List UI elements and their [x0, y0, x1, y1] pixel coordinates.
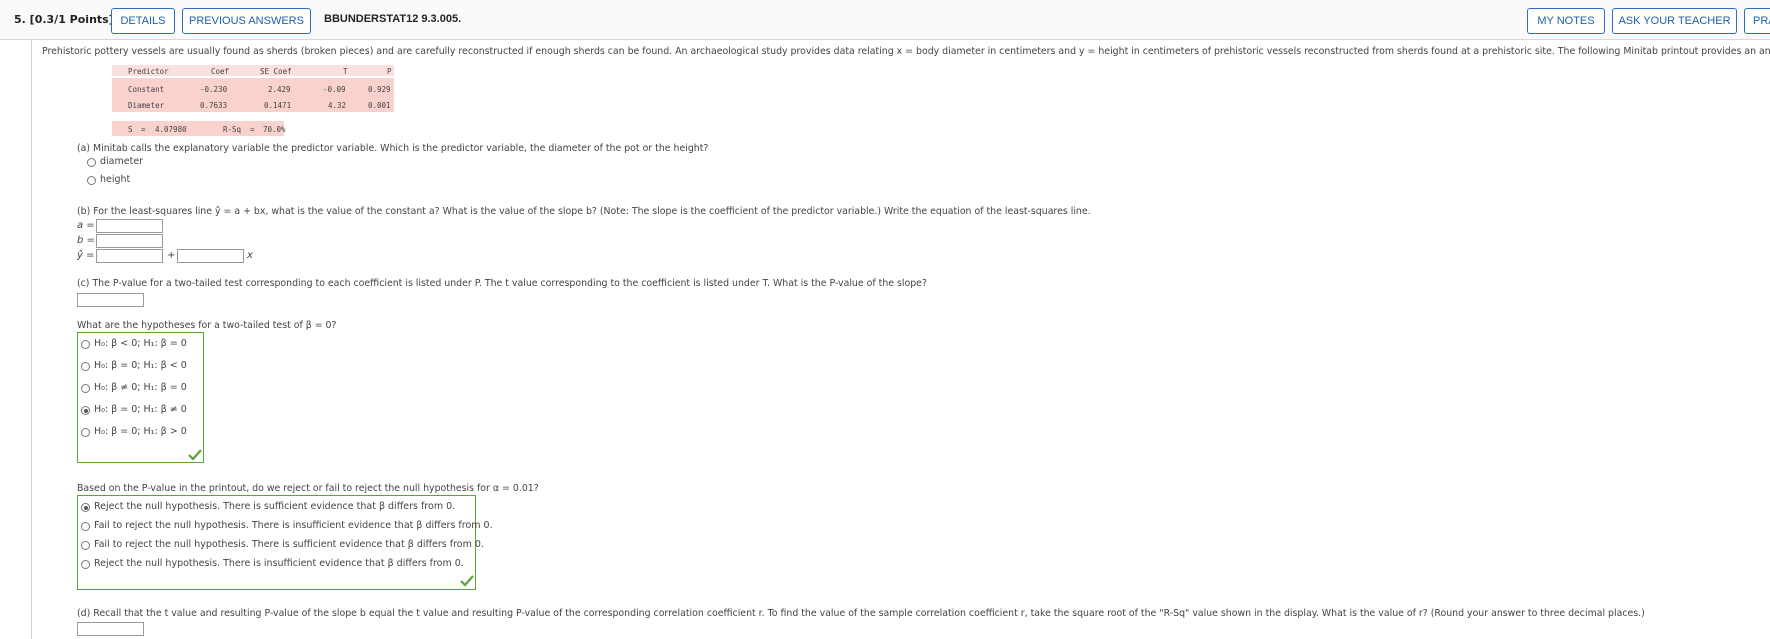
printout-header-predictor: Predictor	[128, 67, 169, 76]
printout-cell: 0.929	[368, 85, 391, 94]
a-input[interactable]	[96, 219, 163, 233]
b-input[interactable]	[96, 234, 163, 248]
previous-answers-button[interactable]: PREVIOUS ANSWERS	[182, 8, 311, 34]
practice-button[interactable]: PRA	[1744, 8, 1770, 34]
radio-hyp-3-selected[interactable]	[81, 406, 90, 415]
option-label: diameter	[100, 156, 144, 167]
points-label: 5. [0.3/1 Points]	[14, 13, 114, 26]
printout-rsq-label: R-Sq	[223, 125, 242, 134]
hypotheses-question: What are the hypotheses for a two-tailed…	[77, 320, 337, 331]
printout-header-coef: Coef	[211, 67, 230, 76]
radio-diameter[interactable]	[87, 158, 96, 167]
printout-cell: 0.7633	[200, 101, 228, 110]
radio-hyp-4[interactable]	[81, 428, 90, 437]
radio-hyp-1[interactable]	[81, 362, 90, 371]
question-header: 5. [0.3/1 Points] DETAILS PREVIOUS ANSWE…	[0, 0, 1770, 40]
yhat-constant-input[interactable]	[96, 249, 163, 263]
part-c-question: (c) The P-value for a two-tailed test co…	[77, 278, 927, 289]
printout-header-t: T	[343, 67, 348, 76]
radio-decision-3[interactable]	[81, 560, 90, 569]
part-b-question: (b) For the least-squares line ŷ = a + b…	[77, 206, 1091, 217]
yhat-slope-input[interactable]	[177, 249, 244, 263]
printout-summary-bg	[112, 121, 284, 136]
details-button[interactable]: DETAILS	[111, 8, 175, 34]
printout-s-value: 4.07980	[155, 125, 187, 134]
a-label: a =	[77, 220, 95, 231]
ask-your-teacher-button[interactable]: ASK YOUR TEACHER	[1612, 8, 1737, 34]
x-suffix: x	[247, 250, 253, 261]
decision-option-label: Fail to reject the null hypothesis. Ther…	[94, 539, 484, 550]
hyp-option-label: H₀: β = 0; H₁: β ≠ 0	[94, 404, 187, 415]
yhat-label: ŷ =	[77, 250, 95, 261]
radio-decision-2[interactable]	[81, 541, 90, 550]
correct-check-icon	[188, 449, 202, 461]
printout-cell: -0.230	[200, 85, 228, 94]
printout-cell: 2.429	[268, 85, 291, 94]
correct-check-icon	[460, 575, 474, 587]
b-label: b =	[77, 235, 95, 246]
plus-sign: +	[167, 250, 176, 261]
printout-header-p: P	[387, 67, 392, 76]
pvalue-input[interactable]	[77, 293, 144, 307]
printout-cell: 4.32	[328, 101, 347, 110]
hyp-option-label: H₀: β = 0; H₁: β > 0	[94, 426, 187, 437]
printout-eq: =	[141, 125, 146, 134]
hyp-option-label: H₀: β ≠ 0; H₁: β = 0	[94, 382, 187, 393]
part-a-question: (a) Minitab calls the explanatory variab…	[77, 143, 709, 154]
r-value-input[interactable]	[77, 622, 144, 636]
left-border	[31, 40, 32, 639]
printout-cell: 0.001	[368, 101, 391, 110]
printout-cell: -0.09	[323, 85, 346, 94]
decision-question: Based on the P-value in the printout, do…	[77, 483, 539, 494]
my-notes-button[interactable]: MY NOTES	[1527, 8, 1605, 34]
problem-intro: Prehistoric pottery vessels are usually …	[42, 46, 1770, 57]
decision-option-label: Reject the null hypothesis. There is suf…	[94, 501, 456, 512]
radio-height[interactable]	[87, 176, 96, 185]
part-d-question: (d) Recall that the t value and resultin…	[77, 608, 1645, 619]
printout-rsq-value: 70.0%	[263, 125, 286, 134]
hyp-option-label: H₀: β = 0; H₁: β < 0	[94, 360, 187, 371]
assignment-code: BBUNDERSTAT12 9.3.005.	[324, 13, 462, 25]
printout-eq: =	[250, 125, 255, 134]
printout-cell: 0.1471	[264, 101, 292, 110]
printout-s-label: S	[128, 125, 133, 134]
decision-option-label: Fail to reject the null hypothesis. Ther…	[94, 520, 493, 531]
radio-decision-0-selected[interactable]	[81, 503, 90, 512]
option-label: height	[100, 174, 131, 185]
printout-header-secoef: SE Coef	[260, 67, 292, 76]
radio-hyp-2[interactable]	[81, 384, 90, 393]
decision-option-label: Reject the null hypothesis. There is ins…	[94, 558, 464, 569]
hypotheses-answer-box	[77, 332, 204, 463]
hyp-option-label: H₀: β < 0; H₁: β = 0	[94, 338, 187, 349]
printout-row-label: Diameter	[128, 101, 165, 110]
radio-decision-1[interactable]	[81, 522, 90, 531]
printout-row-label: Constant	[128, 85, 165, 94]
radio-hyp-0[interactable]	[81, 340, 90, 349]
